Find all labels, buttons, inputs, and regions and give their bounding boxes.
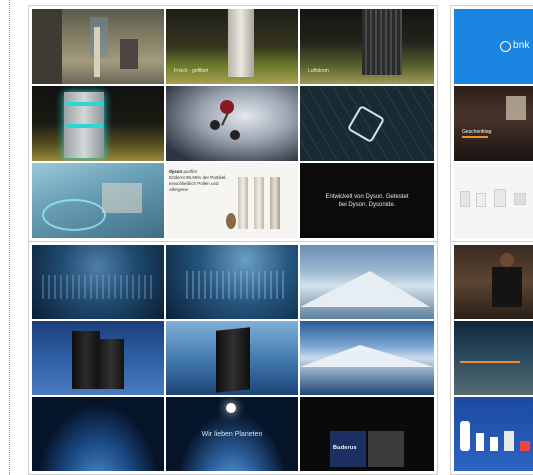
tile-bnk-logo[interactable]: bnk	[454, 9, 533, 84]
tile-hexagon-filter[interactable]	[300, 86, 434, 161]
tile-brand-end-card[interactable]: Buderus	[300, 397, 434, 471]
storyboard-bnk-2[interactable]	[450, 241, 533, 475]
tile-bnk-lineup[interactable]	[454, 397, 533, 471]
tile-heating-unit-2[interactable]	[166, 321, 298, 395]
tile-bnk-products[interactable]	[454, 163, 533, 238]
tile-purifier-dark-meadow[interactable]: Luftstrom	[300, 9, 434, 84]
tile-product-lineup-ad[interactable]: dyson purifier Entfernt 99,95% der Parti…	[166, 163, 298, 238]
tile-earth-from-space-2[interactable]: Wir lieben Planeten	[166, 397, 298, 471]
tile-appliance-teal-glow[interactable]	[32, 86, 164, 161]
storyboard-buderus[interactable]: Wir lieben Planeten Buderus	[28, 241, 438, 475]
end-card-panel	[368, 431, 404, 467]
ad-headline: Entfernt 99,95% der Partikel, einschließ…	[169, 175, 227, 192]
page-divider	[9, 0, 10, 475]
bnk-gift-caption: Geschenktag	[462, 129, 492, 135]
end-card-text: Entwickelt von Dyson. Getestet bei Dyson…	[325, 194, 409, 208]
tile-heating-unit-1[interactable]	[32, 321, 164, 395]
tile-bnk-livingroom[interactable]	[454, 321, 533, 395]
product-ad-copy: dyson purifier Entfernt 99,95% der Parti…	[169, 169, 229, 193]
buderus-logo: Buderus	[333, 445, 357, 451]
tile-end-card[interactable]: Entwickelt von Dyson. Getestet bei Dyson…	[300, 163, 434, 238]
tile-icy-mountains[interactable]	[300, 245, 434, 319]
dark-meadow-caption: Luftstrom	[308, 68, 329, 74]
earth-caption: Wir lieben Planeten	[201, 431, 263, 439]
storyboard-dyson[interactable]: Frisch · gefiltert Luftstrom dyson purif	[28, 5, 438, 242]
tile-bnk-gift[interactable]: Geschenktag	[454, 86, 533, 161]
ad-brand: dyson	[169, 169, 183, 174]
buderus-logo-box: Buderus	[330, 431, 366, 467]
tile-lake-mountains[interactable]	[300, 321, 434, 395]
meadow-caption: Frisch · gefiltert	[174, 68, 209, 74]
tile-bnk-person[interactable]	[454, 245, 533, 319]
tile-earth-from-space-1[interactable]	[32, 397, 164, 471]
storyboard-bnk[interactable]: bnk Geschenktag	[450, 5, 533, 242]
tile-home-scene[interactable]	[32, 9, 164, 84]
tile-underwater-fish-1[interactable]	[32, 245, 164, 319]
tile-underwater-fish-2[interactable]	[166, 245, 298, 319]
tile-room-airflow-visual[interactable]	[32, 163, 164, 238]
bnk-logo-text: bnk	[513, 40, 530, 51]
tile-purifier-meadow[interactable]: Frisch · gefiltert	[166, 9, 298, 84]
tile-molecule-graphic[interactable]	[166, 86, 298, 161]
ad-tagline: purifier	[183, 169, 198, 174]
bnk-logo-mark	[500, 41, 511, 52]
